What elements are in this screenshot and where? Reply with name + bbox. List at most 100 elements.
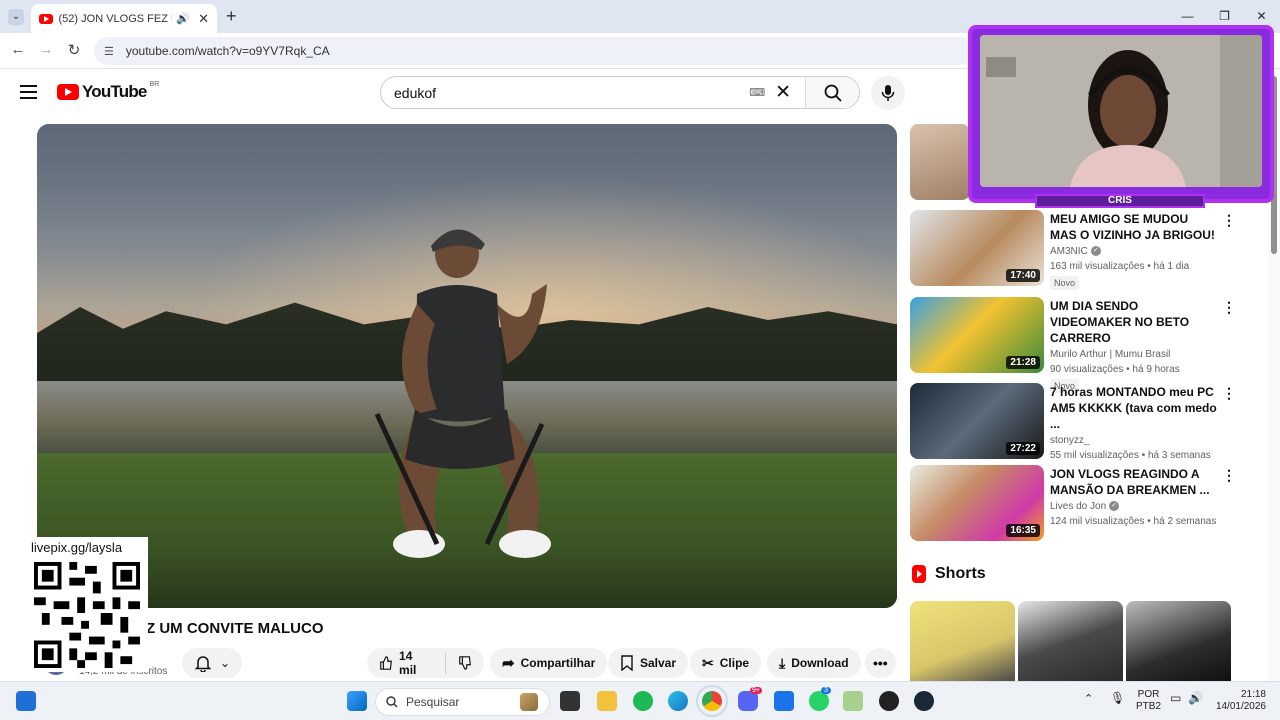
short-thumbnail[interactable] [1018, 601, 1123, 681]
discord-icon[interactable] [738, 691, 758, 711]
new-tab-button[interactable]: + [226, 6, 237, 27]
voice-search-button[interactable] [871, 76, 905, 110]
volume-icon[interactable]: 🔊 [1188, 692, 1203, 704]
windows-start-icon[interactable] [347, 691, 367, 711]
video-title: Z UM CONVITE MALUCO [146, 620, 324, 637]
more-vertical-icon[interactable]: ⋮ [1222, 385, 1236, 402]
video-stats: 55 mil visualizações • há 3 semanas [1050, 450, 1211, 461]
search-input[interactable]: edukof [381, 85, 749, 101]
verified-icon: ✓ [1109, 501, 1120, 512]
clip-button[interactable]: ✂ Clipe [690, 648, 762, 678]
search-box[interactable]: edukof ⌨ ✕ [380, 76, 860, 109]
microphone-tray-icon[interactable]: 🎙 [1110, 692, 1125, 704]
download-button[interactable]: ⤓ Download [767, 648, 861, 678]
download-label: Download [791, 656, 849, 670]
discord-badge: 9+ [750, 687, 762, 694]
recommendation-title[interactable]: MEU AMIGO SE MUDOU MAS O VIZINHO JA BRIG… [1050, 211, 1218, 243]
channel-name[interactable]: Murilo Arthur | Mumu Brasil [1050, 349, 1170, 360]
app-icon[interactable] [843, 691, 863, 711]
recommendation-thumbnail-partial[interactable] [910, 124, 970, 200]
steam-icon[interactable] [914, 691, 934, 711]
forward-icon[interactable]: → [36, 41, 56, 58]
recommendation-item[interactable]: 27:22 7 horas MONTANDO meu PC AM5 KKKKK … [910, 383, 1240, 461]
recommendation-item[interactable]: 16:35 JON VLOGS REAGINDO A MANSÃO DA BRE… [910, 465, 1240, 543]
short-thumbnail[interactable] [910, 601, 1015, 681]
clock-date: 14/01/2026 [1215, 701, 1266, 712]
search-button[interactable] [805, 77, 859, 108]
video-thumbnail[interactable]: 16:35 [910, 465, 1044, 541]
more-actions-button[interactable]: ••• [865, 648, 896, 678]
whatsapp-icon[interactable] [809, 691, 829, 711]
youtube-logo[interactable]: YouTube BR [57, 81, 159, 102]
shorts-icon [912, 565, 926, 583]
chrome-icon[interactable] [696, 685, 728, 717]
file-explorer-icon[interactable] [597, 691, 617, 711]
url-text: youtube.com/watch?v=o9YV7Rqk_CA [125, 44, 330, 58]
channel-name[interactable]: Lives do Jon [1050, 501, 1106, 512]
verified-icon: ✓ [1090, 246, 1101, 257]
tab-search-button[interactable]: ⌄ [8, 9, 24, 25]
webcam-name-label: CRIS [1035, 194, 1205, 208]
channel-name[interactable]: AM3NIC [1050, 246, 1088, 257]
clear-search-icon[interactable]: ✕ [775, 81, 791, 104]
more-vertical-icon[interactable]: ⋮ [1222, 299, 1236, 316]
video-player[interactable] [37, 124, 897, 608]
clock[interactable]: 21:18 14/01/2026 [1214, 689, 1266, 713]
share-button[interactable]: ➦ Compartilhar [490, 648, 608, 678]
recommendation-item[interactable]: 17:40 MEU AMIGO SE MUDOU MAS O VIZINHO J… [910, 210, 1240, 290]
widgets-icon[interactable] [16, 691, 36, 711]
search-highlight-icon[interactable] [520, 693, 538, 711]
tab-close-icon[interactable]: ✕ [198, 11, 209, 27]
recommendation-title[interactable]: UM DIA SENDO VIDEOMAKER NO BETO CARRERO [1050, 298, 1218, 346]
task-view-icon[interactable] [560, 691, 580, 711]
menu-icon[interactable] [20, 85, 37, 103]
language-indicator[interactable]: POR PTB2 [1136, 689, 1161, 713]
video-duration: 27:22 [1006, 442, 1040, 455]
keyboard-icon[interactable]: ⌨ [749, 86, 765, 99]
video-thumbnail[interactable]: 27:22 [910, 383, 1044, 459]
more-vertical-icon[interactable]: ⋮ [1222, 467, 1236, 484]
spotify-icon[interactable] [633, 691, 653, 711]
like-count[interactable]: 14 mil [399, 649, 429, 677]
like-icon[interactable] [379, 655, 393, 671]
microphone-icon [881, 85, 895, 101]
video-thumbnail[interactable]: 17:40 [910, 210, 1044, 286]
chevron-down-icon: ⌄ [219, 656, 231, 670]
edge-icon[interactable] [668, 691, 688, 711]
youtube-play-icon [57, 84, 79, 100]
obs-icon[interactable] [879, 691, 899, 711]
recommendation-title[interactable]: 7 horas MONTANDO meu PC AM5 KKKKK (tava … [1050, 384, 1218, 432]
back-icon[interactable]: ← [8, 41, 28, 58]
more-vertical-icon[interactable]: ⋮ [1222, 212, 1236, 229]
share-icon: ➦ [502, 655, 515, 672]
browser-tab-active[interactable]: (52) JON VLOGS FEZ UM CO 🔊 ✕ [31, 4, 217, 33]
like-dislike-group: 14 mil [367, 648, 484, 678]
video-stats: 163 mil visualizações • há 1 dia [1050, 261, 1190, 272]
notification-bell-button[interactable]: ⌄ [182, 648, 242, 678]
whatsapp-badge: 3 [821, 687, 831, 694]
qr-code-icon [34, 562, 140, 668]
like-divider [444, 652, 446, 674]
new-badge: Novo [1050, 276, 1080, 290]
url-field[interactable]: ☰ youtube.com/watch?v=o9YV7Rqk_CA [94, 37, 974, 65]
video-thumbnail[interactable]: 21:28 [910, 297, 1044, 373]
video-duration: 17:40 [1006, 269, 1040, 282]
windows-taskbar: Pesquisar 9+ 3 ⌃ 🎙 POR PTB2 ▭ 🔊 21:18 14… [0, 681, 1280, 720]
save-button[interactable]: Salvar [608, 648, 689, 678]
video-stats: 90 visualizações • há 9 horas [1050, 364, 1180, 375]
short-thumbnail[interactable] [1126, 601, 1231, 681]
store-icon[interactable] [774, 691, 794, 711]
channel-name[interactable]: stonyzz_ [1050, 435, 1089, 446]
recommendation-title[interactable]: JON VLOGS REAGINDO A MANSÃO DA BREAKMEN … [1050, 466, 1218, 498]
bookmark-icon [621, 655, 633, 671]
more-horizontal-icon: ••• [873, 655, 888, 671]
tray-overflow-icon[interactable]: ⌃ [1084, 693, 1093, 705]
dislike-icon[interactable] [458, 655, 472, 671]
recommendation-item[interactable]: 21:28 UM DIA SENDO VIDEOMAKER NO BETO CA… [910, 297, 1240, 393]
livepix-url: livepix.gg/laysla [31, 540, 123, 555]
video-duration: 21:28 [1006, 356, 1040, 369]
site-info-icon[interactable]: ☰ [104, 45, 114, 58]
speaker-icon[interactable]: 🔊 [176, 12, 190, 25]
reload-icon[interactable]: ↻ [64, 41, 84, 59]
network-icon[interactable]: ▭ [1170, 692, 1181, 704]
